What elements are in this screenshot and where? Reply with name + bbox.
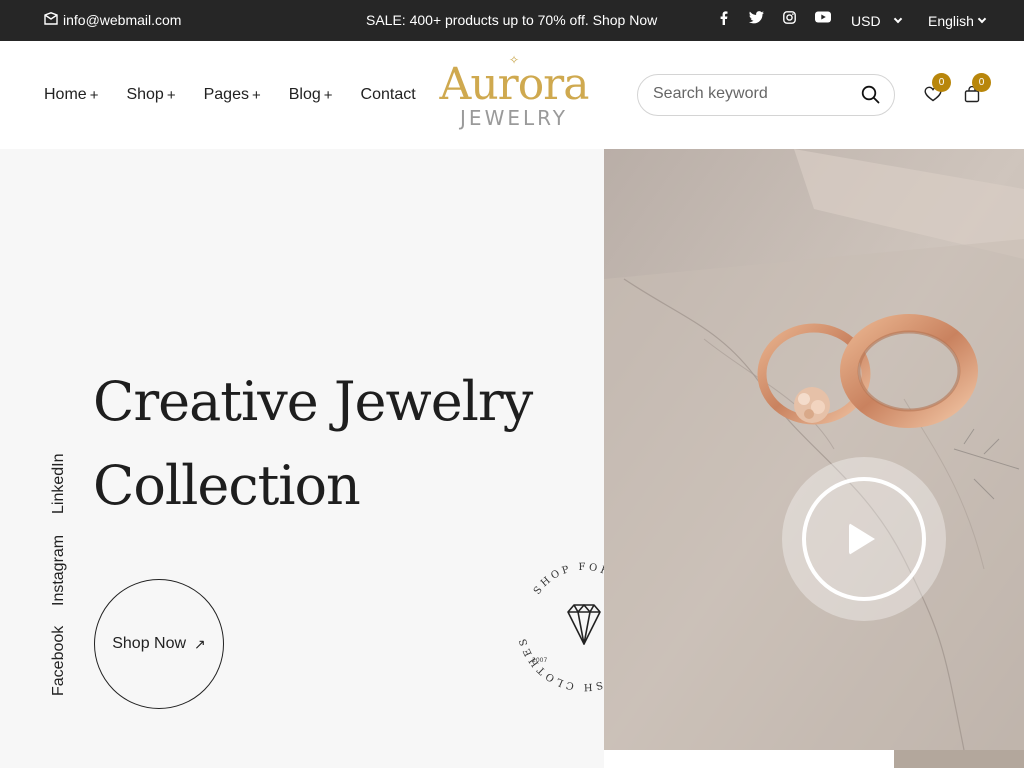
- search-input[interactable]: [653, 85, 853, 103]
- badge-year-left: 2007: [532, 657, 547, 664]
- logo-word: Aurora: [439, 59, 590, 110]
- nav-item-label: Contact: [360, 86, 416, 103]
- wishlist-count-badge: 0: [932, 73, 951, 92]
- hero-title-line: Collection: [93, 454, 361, 517]
- play-icon: [849, 523, 875, 555]
- social-link-facebook[interactable]: Facebook: [50, 626, 68, 696]
- shopping-bag-icon: [964, 85, 980, 107]
- nav-item-label: Pages: [203, 86, 249, 103]
- cart-button[interactable]: 0: [964, 73, 991, 108]
- currency-value: USD: [851, 13, 881, 29]
- shop-now-button[interactable]: Shop Now ↗: [94, 579, 224, 709]
- search-box: [637, 74, 895, 116]
- plus-icon: +: [89, 86, 99, 104]
- main-header: Home + Shop + Pages + Blog + Contact ✧ A…: [0, 41, 1024, 149]
- social-links: [707, 11, 839, 28]
- email-link[interactable]: info@webmail.com: [44, 12, 181, 28]
- nav-item-label: Shop: [126, 86, 164, 103]
- nav-item-pages[interactable]: Pages +: [204, 86, 261, 104]
- wishlist-button[interactable]: 0: [924, 73, 951, 107]
- nav-item-contact[interactable]: Contact: [361, 86, 416, 104]
- hero-title: Creative Jewelry Collection: [93, 360, 533, 528]
- language-value: English: [928, 13, 974, 29]
- plus-icon: +: [166, 86, 176, 104]
- play-video-button[interactable]: [782, 457, 946, 621]
- main-nav: Home + Shop + Pages + Blog + Contact: [44, 86, 444, 104]
- bottom-strip-image: [894, 750, 1024, 768]
- diamond-icon: [567, 604, 601, 645]
- plus-icon: +: [323, 86, 333, 104]
- site-logo[interactable]: ✧ Aurora JEWELRY: [434, 54, 594, 131]
- social-link-linkedin[interactable]: LinkedIn: [50, 454, 68, 515]
- email-text: info@webmail.com: [63, 12, 182, 28]
- hero-title-line: Creative Jewelry: [93, 370, 533, 433]
- envelope-icon: [44, 12, 58, 28]
- shop-now-label: Shop Now: [112, 635, 187, 652]
- currency-selector[interactable]: USD: [851, 13, 902, 29]
- promo-banner[interactable]: SALE: 400+ products up to 70% off. Shop …: [366, 12, 657, 28]
- nav-item-home[interactable]: Home +: [44, 86, 98, 104]
- cart-count-badge: 0: [972, 73, 991, 92]
- arrow-up-right-icon: ↗: [194, 635, 206, 652]
- nav-item-label: Blog: [288, 86, 321, 103]
- nav-item-shop[interactable]: Shop +: [126, 86, 175, 104]
- language-selector[interactable]: English: [928, 13, 987, 29]
- nav-item-blog[interactable]: Blog +: [289, 86, 333, 104]
- vertical-social-links: LinkedIn Instagram Facebook: [36, 454, 67, 698]
- youtube-icon[interactable]: [806, 11, 839, 28]
- nav-item-label: Home: [44, 86, 87, 103]
- instagram-icon[interactable]: [773, 11, 806, 28]
- hero-image: [604, 149, 1024, 750]
- plus-icon: +: [251, 86, 261, 104]
- bottom-strip: [604, 750, 894, 768]
- chevron-down-icon: [977, 14, 987, 24]
- facebook-icon[interactable]: [707, 11, 740, 28]
- social-link-instagram[interactable]: Instagram: [50, 535, 68, 606]
- twitter-icon[interactable]: [740, 11, 773, 28]
- top-bar: info@webmail.com SALE: 400+ products up …: [0, 0, 1024, 41]
- chevron-down-icon: [893, 14, 902, 24]
- search-icon[interactable]: [861, 85, 880, 109]
